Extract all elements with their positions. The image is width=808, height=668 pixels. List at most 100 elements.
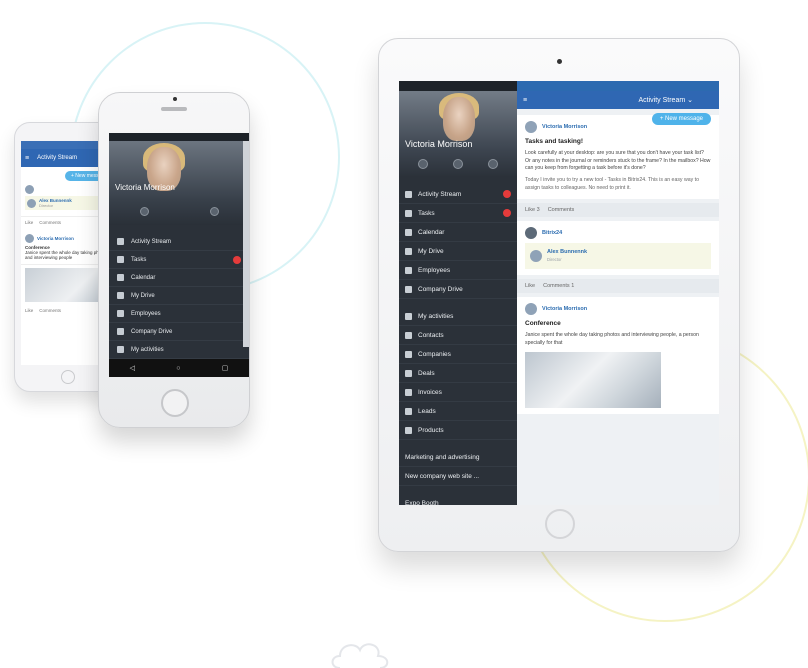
menu-item-label: Company Drive — [131, 328, 173, 335]
menu-item-label: New company web site ... — [405, 472, 480, 480]
menu-item-my-drive[interactable]: My Drive — [109, 287, 249, 305]
menu-item-icon — [405, 369, 412, 377]
menu-item-expo-booth[interactable]: Expo Booth — [399, 494, 517, 506]
tablet-top-bar — [517, 81, 719, 91]
menu-item-employees[interactable]: Employees — [399, 261, 517, 280]
back-icon[interactable]: ◁ — [130, 364, 135, 372]
menu-item-label: Leads — [418, 407, 436, 415]
menu-item-icon — [117, 238, 124, 245]
like-button[interactable]: Like — [525, 283, 535, 289]
menu-item-tasks[interactable]: Tasks — [109, 251, 249, 269]
menu-item-calendar[interactable]: Calendar — [109, 269, 249, 287]
like-button[interactable]: Like — [25, 308, 33, 313]
menu-item-icon — [405, 285, 412, 293]
home-icon[interactable]: ○ — [176, 365, 180, 372]
activity-stream-title[interactable]: Activity Stream ⌄ — [639, 96, 694, 104]
menu-item-icon — [117, 310, 124, 317]
menu-item-contacts[interactable]: Contacts — [399, 326, 517, 345]
menu-item-icon — [405, 190, 412, 198]
recents-icon[interactable]: ▢ — [222, 364, 229, 372]
like-button[interactable]: Like — [25, 220, 33, 225]
profile-action-icon[interactable] — [452, 159, 463, 169]
new-message-button[interactable]: + New message — [651, 113, 711, 125]
post-author[interactable]: Bitrix24 — [542, 229, 562, 237]
menu-item-label: My Drive — [131, 292, 155, 299]
menu-item-marketing-and-advertising[interactable]: Marketing and advertising — [399, 448, 517, 467]
menu-item-label: Tasks — [418, 209, 435, 217]
post-title: Conference — [525, 320, 561, 328]
menu-item-company-drive[interactable]: Company Drive — [399, 280, 517, 299]
menu-item-employees[interactable]: Employees — [109, 305, 249, 323]
menu-item-label: Employees — [131, 310, 161, 317]
menu-item-company-drive[interactable]: Company Drive — [109, 323, 249, 341]
profile-action-icon[interactable] — [209, 207, 219, 216]
tablet-menu-main: Activity Stream Tasks Calendar My Drive Empl… — [399, 185, 517, 299]
menu-item-icon — [405, 407, 412, 415]
menu-item-icon — [117, 346, 124, 353]
post-conference: Victoria Morrison Conference Janice spen… — [517, 297, 719, 414]
menu-item-calendar[interactable]: Calendar — [399, 223, 517, 242]
front-phone-status-bar — [109, 133, 249, 141]
quote-name[interactable]: Alex Bunnennk — [547, 249, 587, 255]
quote-role: Director — [547, 256, 562, 262]
hamburger-icon[interactable]: ≡ — [25, 155, 29, 162]
back-phone-home-button[interactable] — [61, 370, 75, 384]
menu-item-products[interactable]: Products — [399, 421, 517, 440]
avatar[interactable] — [525, 121, 537, 133]
user-name: Victoria Morrison — [405, 139, 473, 149]
menu-item-activity-stream[interactable]: Activity Stream — [109, 233, 249, 251]
menu-item-label: Companies — [418, 350, 451, 358]
menu-item-label: Company Drive — [418, 285, 463, 293]
menu-section-label — [109, 225, 249, 233]
menu-item-invoices[interactable]: Invoices — [399, 383, 517, 402]
menu-item-leads[interactable]: Leads — [399, 402, 517, 421]
menu-item-icon — [117, 256, 124, 263]
profile-action-icon[interactable] — [488, 159, 499, 169]
menu-item-icon — [405, 426, 412, 434]
front-phone-home-button[interactable] — [161, 389, 189, 417]
menu-item-deals[interactable]: Deals — [399, 364, 517, 383]
activity-stream-panel: ≡ Activity Stream ⌄ + New message Victor… — [517, 81, 719, 505]
menu-item-my-activities[interactable]: My activities — [399, 307, 517, 326]
post-author[interactable]: Victoria Morrison — [37, 236, 74, 241]
post-text: Janice spent the whole day taking photos… — [525, 331, 699, 346]
post-author[interactable]: Victoria Morrison — [542, 305, 587, 313]
menu-item-icon — [405, 331, 412, 339]
comments-button[interactable]: Comments — [543, 283, 570, 289]
menu-item-label: Calendar — [418, 228, 445, 236]
profile-action-icon[interactable] — [417, 159, 428, 169]
menu-item-my-activities[interactable]: My activities — [109, 341, 249, 359]
post-author[interactable]: Victoria Morrison — [542, 123, 587, 131]
profile-header[interactable]: Victoria Morrison — [109, 141, 249, 225]
menu-item-icon — [117, 292, 124, 299]
post-photo[interactable] — [525, 351, 661, 408]
menu-item-tasks[interactable]: Tasks — [399, 204, 517, 223]
comments-button[interactable]: Comments — [39, 308, 61, 313]
menu-item-icon — [405, 209, 412, 217]
menu-item-activity-stream[interactable]: Activity Stream — [399, 185, 517, 204]
avatar — [25, 185, 34, 194]
profile-header[interactable]: Victoria Morrison — [399, 91, 517, 177]
menu-item-new-company-web-site[interactable]: New company web site ... — [399, 467, 517, 486]
user-name: Victoria Morrison — [115, 183, 175, 192]
menu-item-icon — [405, 266, 412, 274]
comments-button[interactable]: Comments — [548, 207, 575, 213]
post-title: Tasks and tasking! — [525, 138, 584, 145]
menu-item-label: My Drive — [418, 247, 444, 255]
like-button[interactable]: Like — [525, 207, 535, 213]
menu-item-label: Calendar — [131, 274, 156, 281]
quote-block: Alex Bunnennk Director — [525, 242, 711, 270]
menu-item-my-drive[interactable]: My Drive — [399, 242, 517, 261]
avatar[interactable] — [530, 249, 542, 262]
notification-badge — [503, 190, 511, 198]
profile-action-icon[interactable] — [139, 207, 149, 216]
menu-item-companies[interactable]: Companies — [399, 345, 517, 364]
tablet-home-button[interactable] — [545, 509, 575, 539]
post-actions: Like Comments 1 — [517, 279, 719, 294]
comments-button[interactable]: Comments — [39, 220, 61, 225]
menu-item-label: Deals — [418, 369, 435, 377]
hamburger-icon[interactable]: ≡ — [523, 97, 527, 104]
cloud-icon — [331, 643, 389, 668]
avatar[interactable] — [525, 303, 537, 316]
menu-item-icon — [405, 247, 412, 255]
